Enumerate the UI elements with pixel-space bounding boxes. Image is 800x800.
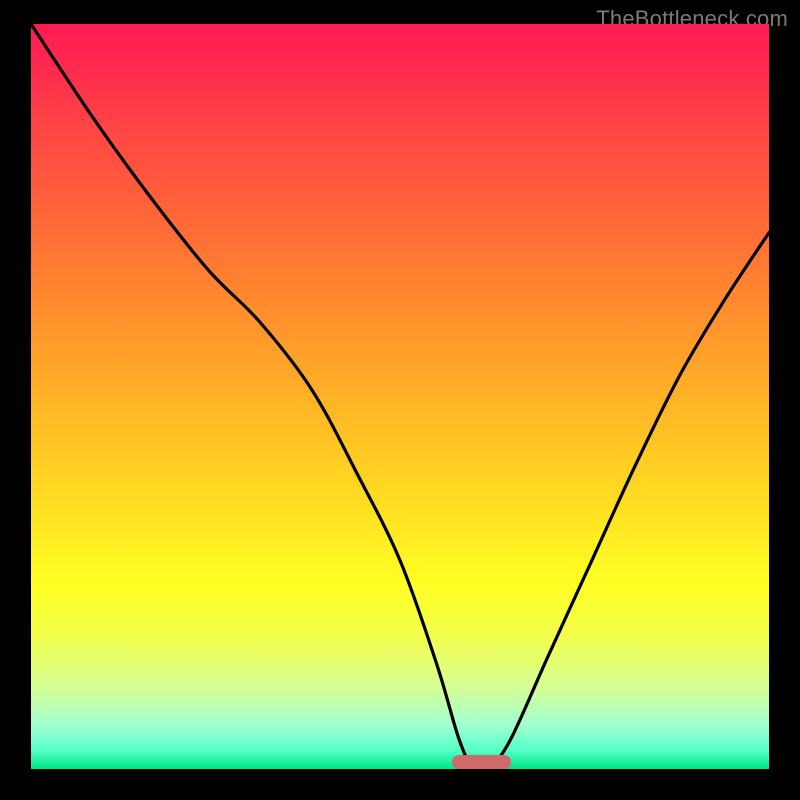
optimal-marker bbox=[452, 755, 511, 769]
curve-path bbox=[31, 24, 769, 769]
chart-area bbox=[31, 24, 769, 769]
bottleneck-curve bbox=[31, 24, 769, 769]
